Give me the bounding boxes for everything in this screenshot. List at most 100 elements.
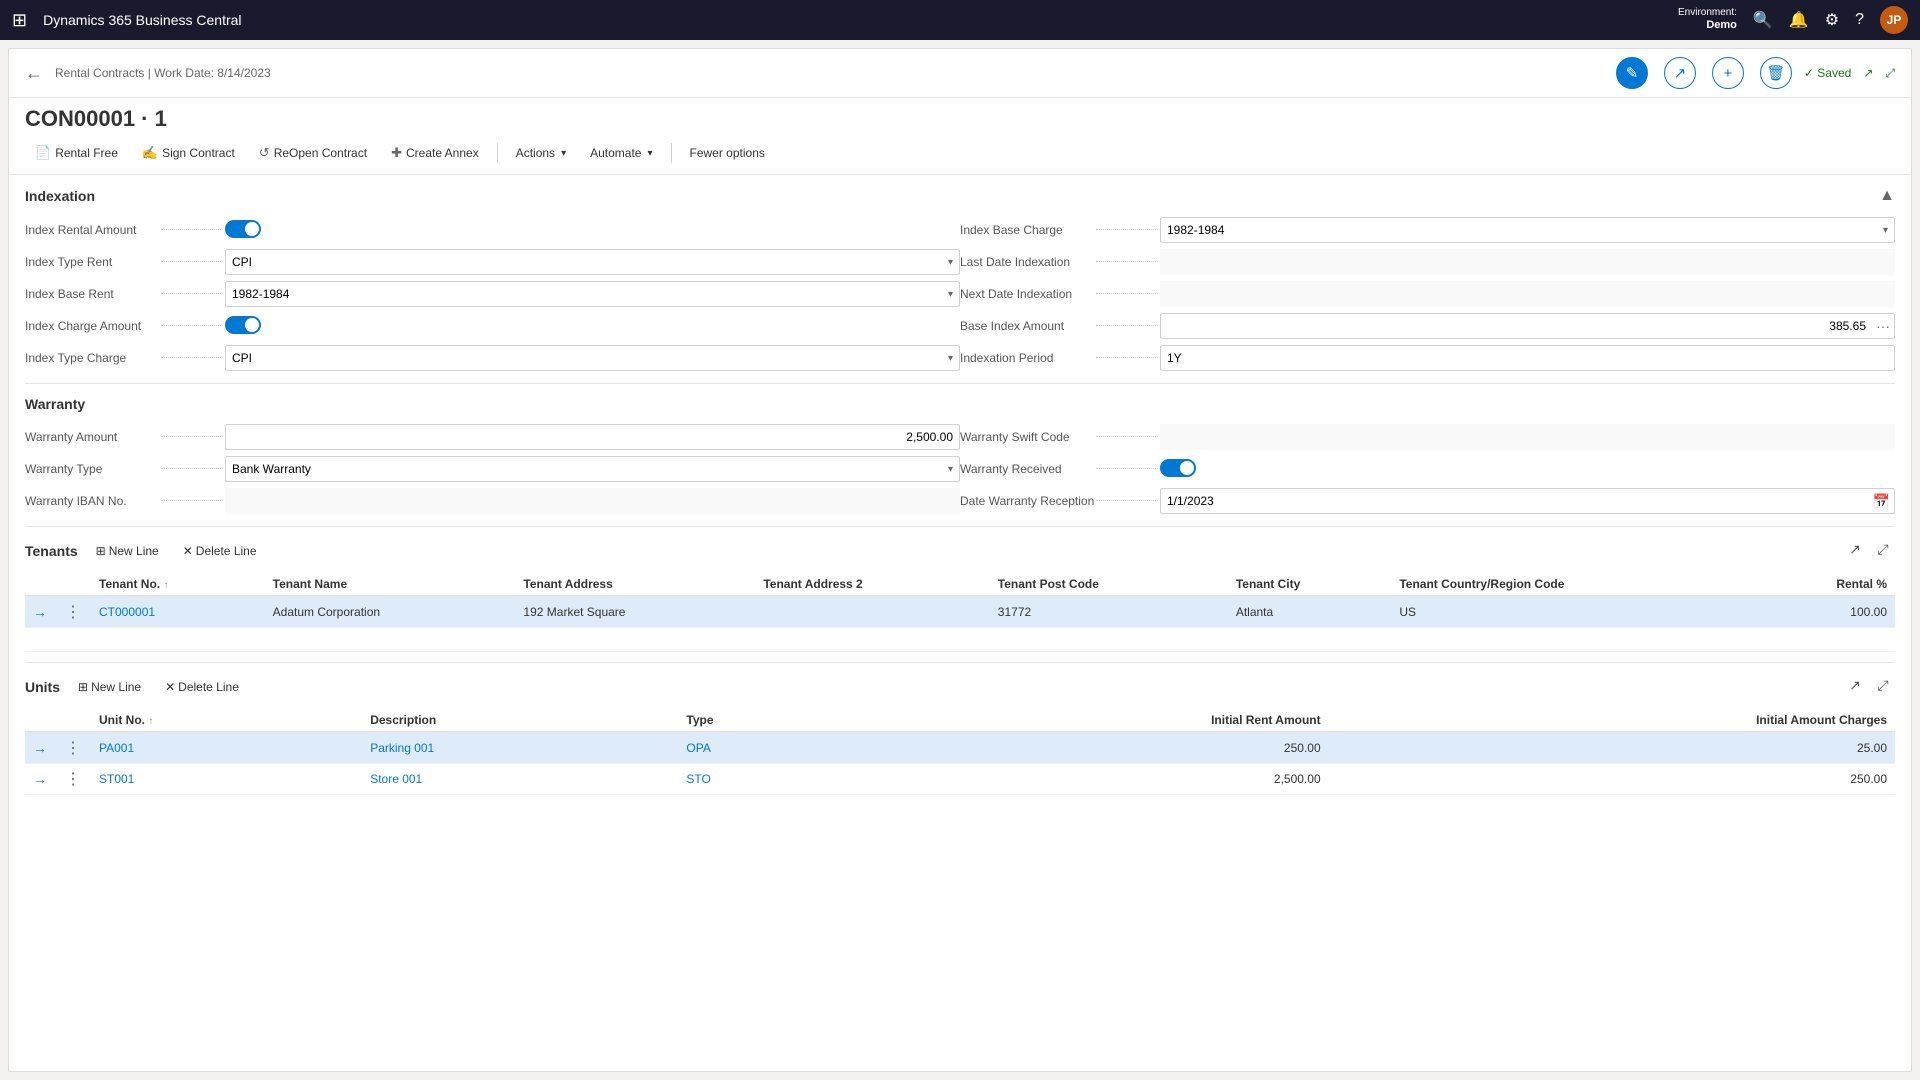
toolbar-center: ✎ ↗ + 🗑 <box>1616 57 1792 89</box>
unit-type-link[interactable]: STO <box>686 772 710 786</box>
initial-rent-amount: 250.00 <box>845 732 1329 764</box>
index-type-charge-label: Index Type Charge <box>25 351 225 365</box>
gear-icon[interactable]: ⚙ <box>1825 10 1839 30</box>
warranty-form-grid: Warranty Amount Warranty Type Bank Warra… <box>25 424 1895 514</box>
tenant-address2 <box>755 596 989 628</box>
index-base-rent-select-wrap[interactable]: 1982-1984 ▾ <box>225 281 960 307</box>
unit-type-link[interactable]: OPA <box>686 741 710 755</box>
index-type-rent-select[interactable]: CPI <box>226 250 942 274</box>
create-annex-button[interactable]: ✚ Create Annex <box>381 140 489 166</box>
back-button[interactable]: ← <box>25 63 43 84</box>
table-row[interactable]: → ⋮ CT000001 Adatum Corporation 192 Mark… <box>25 596 1895 628</box>
units-fullscreen-button[interactable]: ⤢ <box>1871 673 1895 697</box>
base-index-amount-input[interactable] <box>1161 319 1872 333</box>
index-base-charge-select[interactable]: 1982-1984 <box>1161 218 1877 242</box>
reopen-contract-button[interactable]: ↺ ReOpen Contract <box>249 140 377 166</box>
table-row[interactable]: → ⋮ ST001 Store 001 STO 2,500.00 250.00 <box>25 764 1895 795</box>
share-button[interactable]: ↗ <box>1664 57 1696 89</box>
automate-dropdown-button[interactable]: Automate <box>580 141 662 165</box>
actions-label: Actions <box>516 146 555 160</box>
avatar[interactable]: JP <box>1880 6 1908 34</box>
row-more-button[interactable]: ⋮ <box>63 602 83 622</box>
bell-icon[interactable]: 🔔 <box>1789 10 1809 30</box>
index-type-rent-value: CPI ▾ <box>225 249 960 275</box>
row-more[interactable]: ⋮ <box>55 732 91 764</box>
rental-free-button[interactable]: 📄 Rental Free <box>25 140 128 166</box>
date-warranty-reception-label: Date Warranty Reception <box>960 494 1160 508</box>
index-type-rent-select-wrap[interactable]: CPI ▾ <box>225 249 960 275</box>
row-more-button[interactable]: ⋮ <box>63 738 83 758</box>
warranty-amount-label: Warranty Amount <box>25 430 225 444</box>
new-line-icon: ⊞ <box>96 544 106 558</box>
env-name: Demo <box>1706 19 1737 32</box>
units-no-col: Unit No. ↑ <box>91 709 362 732</box>
unit-type: OPA <box>678 732 844 764</box>
tenants-table-header: Tenant No. ↑ Tenant Name Tenant Address … <box>25 573 1895 596</box>
delete-icon: 🗑 <box>1766 64 1785 82</box>
calendar-icon[interactable]: 📅 <box>1869 493 1894 510</box>
expand-icon[interactable]: ⤢ <box>1885 66 1895 81</box>
app-grid-icon[interactable]: ⊞ <box>12 10 27 31</box>
add-button[interactable]: + <box>1712 57 1744 89</box>
units-expand-button[interactable]: ↗ <box>1843 673 1867 697</box>
index-type-charge-select-wrap[interactable]: CPI ▾ <box>225 345 960 371</box>
last-date-indexation-value <box>1160 249 1895 275</box>
fewer-options-label: Fewer options <box>690 146 765 160</box>
units-new-line-label: New Line <box>91 680 141 694</box>
table-row[interactable]: → ⋮ PA001 Parking 001 OPA 250.00 25.00 <box>25 732 1895 764</box>
index-type-charge-select[interactable]: CPI <box>226 346 942 370</box>
indexation-collapse-icon[interactable]: ▲ <box>1879 187 1895 205</box>
next-date-indexation-input[interactable] <box>1160 281 1895 307</box>
help-icon[interactable]: ? <box>1855 11 1864 29</box>
tenant-name: Adatum Corporation <box>265 596 516 628</box>
unit-type: STO <box>678 764 844 795</box>
units-delete-line-button[interactable]: ✕ Delete Line <box>159 677 245 697</box>
date-warranty-reception-input[interactable] <box>1161 494 1869 508</box>
row-more[interactable]: ⋮ <box>55 764 91 795</box>
tenants-expand-button[interactable]: ↗ <box>1843 537 1867 561</box>
actions-dropdown-button[interactable]: Actions <box>506 141 576 165</box>
delete-button[interactable]: 🗑 <box>1760 57 1792 89</box>
edit-button[interactable]: ✎ <box>1616 57 1648 89</box>
tenants-fullscreen-button[interactable]: ⤢ <box>1871 537 1895 561</box>
row-more-button[interactable]: ⋮ <box>63 769 83 789</box>
index-base-charge-select-wrap[interactable]: 1982-1984 ▾ <box>1160 217 1895 243</box>
base-index-dots-button[interactable]: ··· <box>1872 318 1894 334</box>
index-base-rent-value: 1982-1984 ▾ <box>225 281 960 307</box>
units-new-line-button[interactable]: ⊞ New Line <box>72 677 147 697</box>
unit-desc-link[interactable]: Store 001 <box>370 772 422 786</box>
search-icon[interactable]: 🔍 <box>1753 10 1773 30</box>
unit-no-link[interactable]: PA001 <box>99 741 134 755</box>
tenants-new-line-button[interactable]: ⊞ New Line <box>90 541 165 561</box>
unit-desc-link[interactable]: Parking 001 <box>370 741 434 755</box>
warranty-iban-input[interactable] <box>225 488 960 514</box>
row-arrow: → <box>25 596 55 628</box>
toggle-knob-2 <box>245 318 259 332</box>
index-base-rent-select[interactable]: 1982-1984 <box>226 282 942 306</box>
sign-contract-button[interactable]: ✍ Sign Contract <box>132 140 245 166</box>
tenants-delete-line-label: Delete Line <box>196 544 257 558</box>
warranty-received-toggle[interactable] <box>1160 459 1196 477</box>
index-base-charge-label: Index Base Charge <box>960 223 1160 237</box>
last-date-indexation-input[interactable] <box>1160 249 1895 275</box>
toggle-knob <box>245 222 259 236</box>
index-charge-amount-toggle[interactable] <box>225 316 261 334</box>
warranty-swift-input[interactable] <box>1160 424 1895 450</box>
open-new-icon[interactable]: ↗ <box>1863 66 1873 80</box>
warranty-type-select-wrap[interactable]: Bank Warranty ▾ <box>225 456 960 482</box>
page-container: ← Rental Contracts | Work Date: 8/14/202… <box>8 48 1912 1072</box>
warranty-amount-input[interactable] <box>226 430 959 444</box>
index-rental-amount-toggle[interactable] <box>225 220 261 238</box>
tenants-delete-line-button[interactable]: ✕ Delete Line <box>177 541 263 561</box>
rental-pct: 100.00 <box>1759 596 1895 628</box>
unit-no-link[interactable]: ST001 <box>99 772 134 786</box>
tenant-no-link[interactable]: CT000001 <box>99 605 155 619</box>
units-table-header: Unit No. ↑ Description Type Initial Rent… <box>25 709 1895 732</box>
indexation-section-header: Indexation ▲ <box>25 187 1895 205</box>
record-title: CON00001 · 1 <box>9 98 1911 136</box>
edit-icon: ✎ <box>1626 64 1639 82</box>
indexation-period-input[interactable] <box>1160 345 1895 371</box>
fewer-options-button[interactable]: Fewer options <box>680 141 775 165</box>
warranty-type-select[interactable]: Bank Warranty <box>226 457 942 481</box>
row-more[interactable]: ⋮ <box>55 596 91 628</box>
